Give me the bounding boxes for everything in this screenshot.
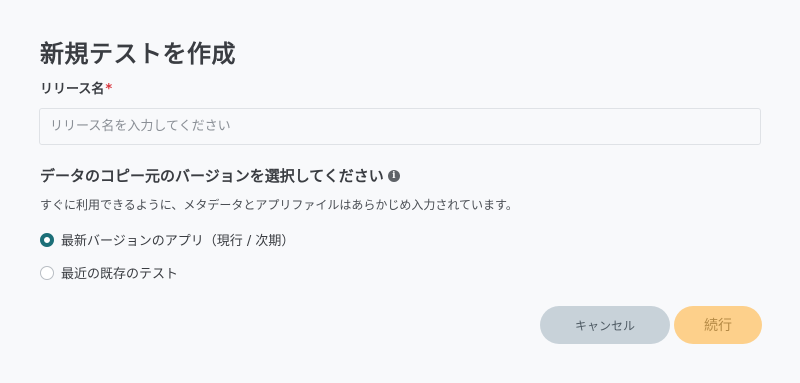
info-icon[interactable]: i bbox=[387, 169, 400, 182]
create-test-dialog: 新規テストを作成 リリース名* データのコピー元のバージョンを選択してください … bbox=[0, 0, 800, 383]
version-section-description: すぐに利用できるように、メタデータとアプリファイルはあらかじめ入力されています。 bbox=[40, 198, 518, 212]
radio-option-existing-test[interactable]: 最近の既存のテスト bbox=[40, 263, 178, 282]
dialog-title: 新規テストを作成 bbox=[40, 40, 236, 68]
radio-checked-icon[interactable] bbox=[40, 232, 54, 247]
version-section-heading-text: データのコピー元のバージョンを選択してください bbox=[40, 167, 384, 185]
radio-option-label: 最近の既存のテスト bbox=[61, 267, 179, 282]
cancel-button[interactable]: キャンセル bbox=[540, 306, 670, 344]
radio-option-latest-version[interactable]: 最新バージョンのアプリ（現行 / 次期） bbox=[40, 230, 294, 249]
continue-button[interactable]: 続行 bbox=[674, 306, 762, 344]
release-name-label: リリース名* bbox=[40, 78, 112, 97]
radio-option-label: 最新バージョンのアプリ（現行 / 次期） bbox=[61, 234, 295, 249]
required-mark: * bbox=[105, 82, 113, 97]
release-name-input[interactable] bbox=[39, 108, 761, 145]
radio-unchecked-icon[interactable] bbox=[40, 265, 54, 280]
release-name-label-text: リリース名 bbox=[40, 82, 105, 97]
version-section-heading: データのコピー元のバージョンを選択してください i bbox=[40, 165, 400, 186]
